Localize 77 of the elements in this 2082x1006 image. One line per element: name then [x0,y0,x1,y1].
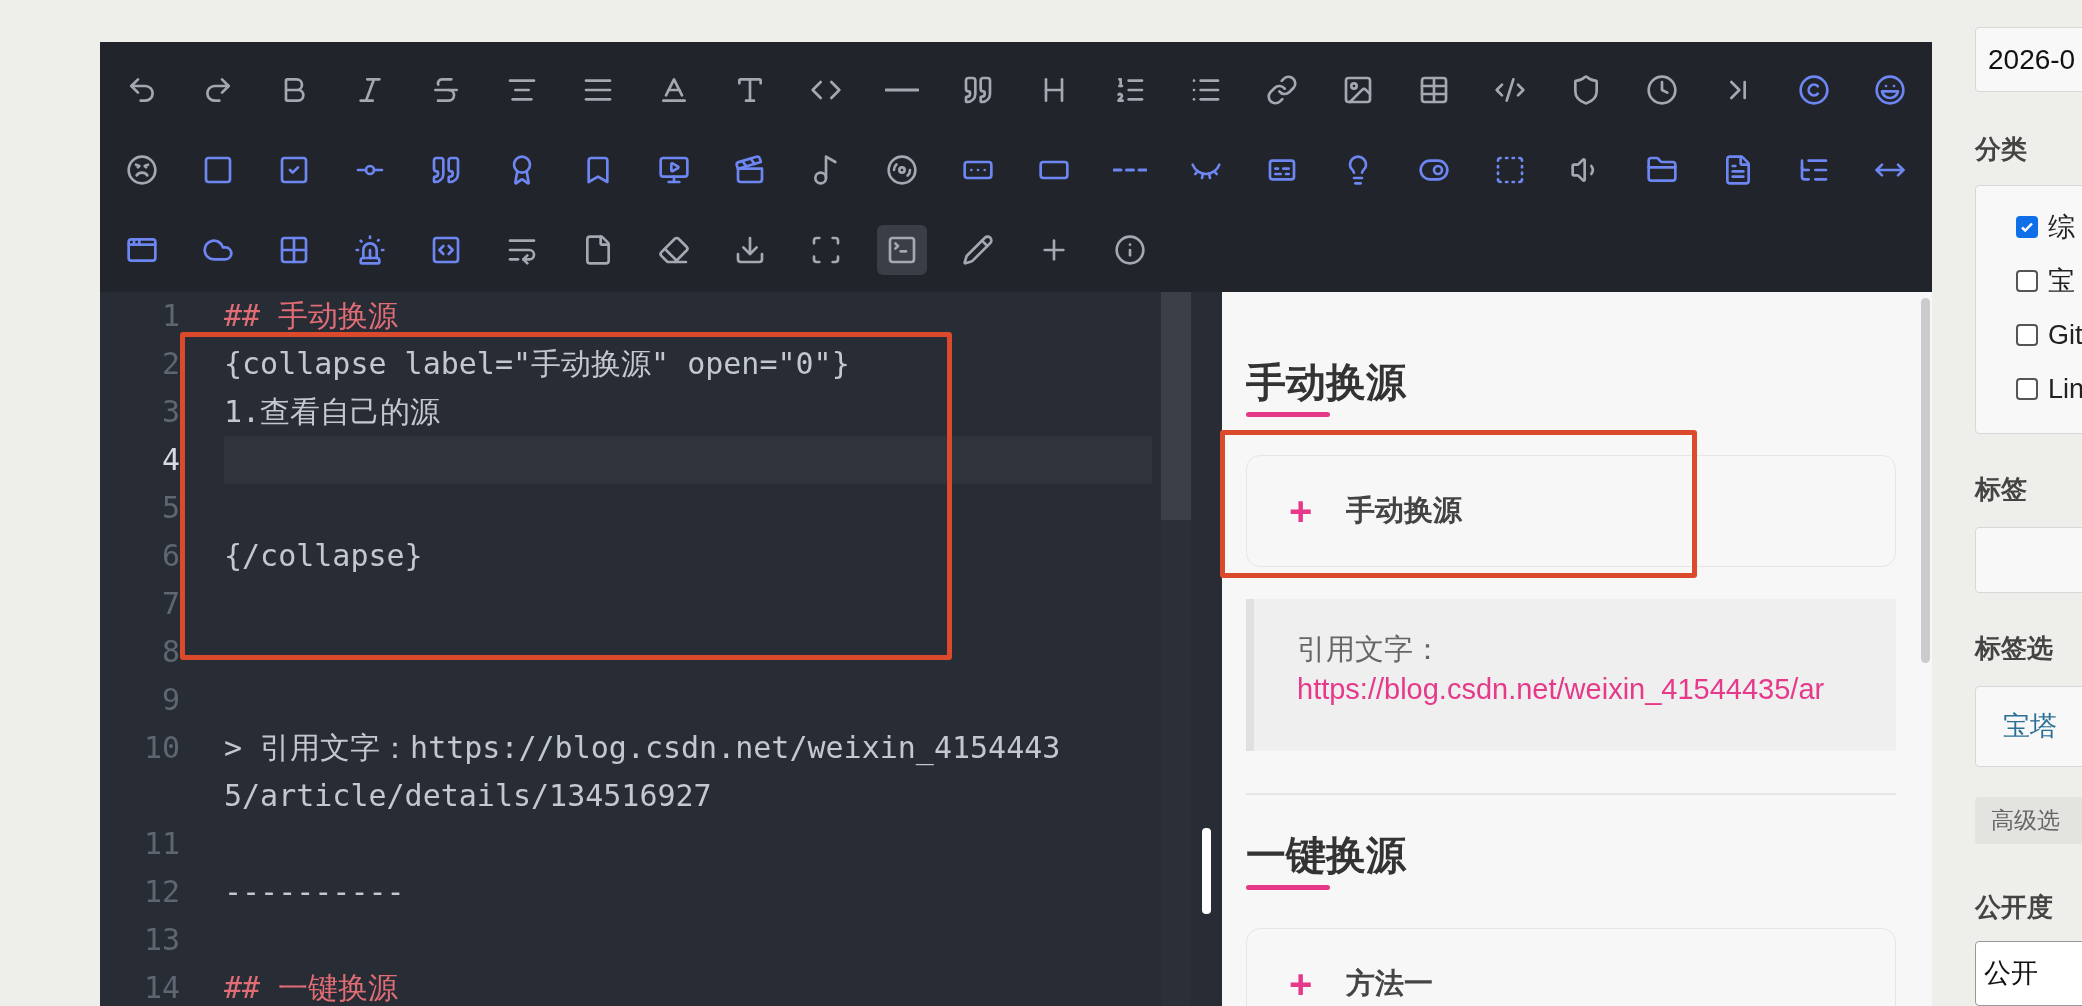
date-field[interactable]: 2026-0 [1975,27,2082,93]
advanced-options-button[interactable]: 高级选 [1975,796,2082,844]
section-title: 公开度 [1975,890,2053,924]
line-number: 11 [142,825,180,863]
line-number: 4 [160,441,180,479]
section-title: 标签 [1975,472,2027,506]
collapse-title: 手动换源 [1346,493,1463,529]
line-number: 3 [160,393,180,431]
link-icon [1266,74,1298,106]
download-icon [734,234,766,266]
scrollbar-thumb[interactable] [1161,292,1191,520]
horizontal-line-icon [885,88,919,92]
code-heading-line: ## 一键换源 [224,970,399,1005]
collapse-title: 方法一 [1346,966,1434,1002]
info-icon [1114,234,1146,266]
grid-icon [278,234,310,266]
dashed-square-icon [1494,154,1526,186]
code-heading-line: ## 手动换源 [224,298,399,333]
copyright-icon [1798,74,1830,106]
checkbox-icon [202,154,234,186]
code-line: {collapse label="手动换源" open="0"} [224,346,850,381]
expand-sign: + [1289,964,1313,1004]
checkbox-label: 综 [2048,210,2075,244]
video-icon [658,154,690,186]
checkbox[interactable] [2016,378,2038,401]
line-number: 10 [142,729,180,767]
checkbox[interactable] [2016,270,2038,293]
eraser-icon [658,234,690,266]
clapperboard-icon [734,154,766,186]
expand-sign: + [1289,491,1313,531]
checkbox[interactable] [2016,324,2038,347]
line-number: 2 [160,345,180,383]
collapse-panel[interactable]: + 方法一 [1246,928,1896,1006]
code-editor[interactable]: 1 ## 手动换源 2 {collapse label="手动换源" open="0"} 3 1.查看自己的源 4 5 6 {/collapse} 7 8 9 10 > 引用文字：https://blog.csdn.net/weixin_41544435/article/details/134516927 11 12 ---------- 13 14 ## 一键换源 [100,292,1222,1006]
collapse-panel[interactable]: + 手动换源 [1246,455,1896,567]
line-number: 9 [160,681,180,719]
code-window-icon [430,234,462,266]
dashes-icon [1113,168,1147,172]
visibility-select[interactable]: 公开 [1975,940,2082,1006]
preview-heading: 手动换源 [1246,359,1406,406]
checkbox[interactable] [2016,216,2038,239]
pencil-icon [962,234,994,266]
line-number: 6 [160,537,180,575]
toolbar-button[interactable] [877,225,927,275]
siren-icon [354,234,386,266]
angry-face-icon [126,154,158,186]
table-icon [1418,74,1450,106]
code-line: {/collapse} [224,538,423,573]
line-number: 8 [160,633,180,671]
line-number: 7 [160,585,180,623]
scrollbar-thumb[interactable] [1921,298,1930,663]
section-title: 标签选 [1975,631,2053,665]
line-number: 12 [142,873,180,911]
smile-icon [1874,74,1906,106]
checkbox-label: Git [2048,318,2082,352]
checkbox-label: Lin [2048,372,2082,406]
code-line: > 引用文字：https://blog.csdn.net/weixin_41544435/article/details/134516927 [224,730,1061,813]
fullscreen-icon [810,234,842,266]
code-line: ---------- [224,874,405,909]
line-number: 14 [142,969,180,1006]
checked-box-icon [278,154,310,186]
code-line: 1.查看自己的源 [224,394,441,429]
line-number: 5 [160,489,180,527]
line-number: 13 [142,921,180,959]
tag-select[interactable]: 宝塔 [1975,685,2082,767]
section-title: 分类 [1975,133,2027,167]
resize-handle[interactable] [1202,828,1211,914]
quote-icon [430,154,462,186]
quote-text: 引用文字： [1297,632,1442,667]
checkbox-label: 宝 [2048,264,2075,298]
image-icon [1342,74,1374,106]
preview-heading: 一键换源 [1246,832,1406,879]
clock-icon [1646,74,1678,106]
quote-icon [962,74,994,106]
disc-icon [886,154,918,186]
line-number: 1 [160,297,180,335]
terminal-icon [886,234,918,266]
